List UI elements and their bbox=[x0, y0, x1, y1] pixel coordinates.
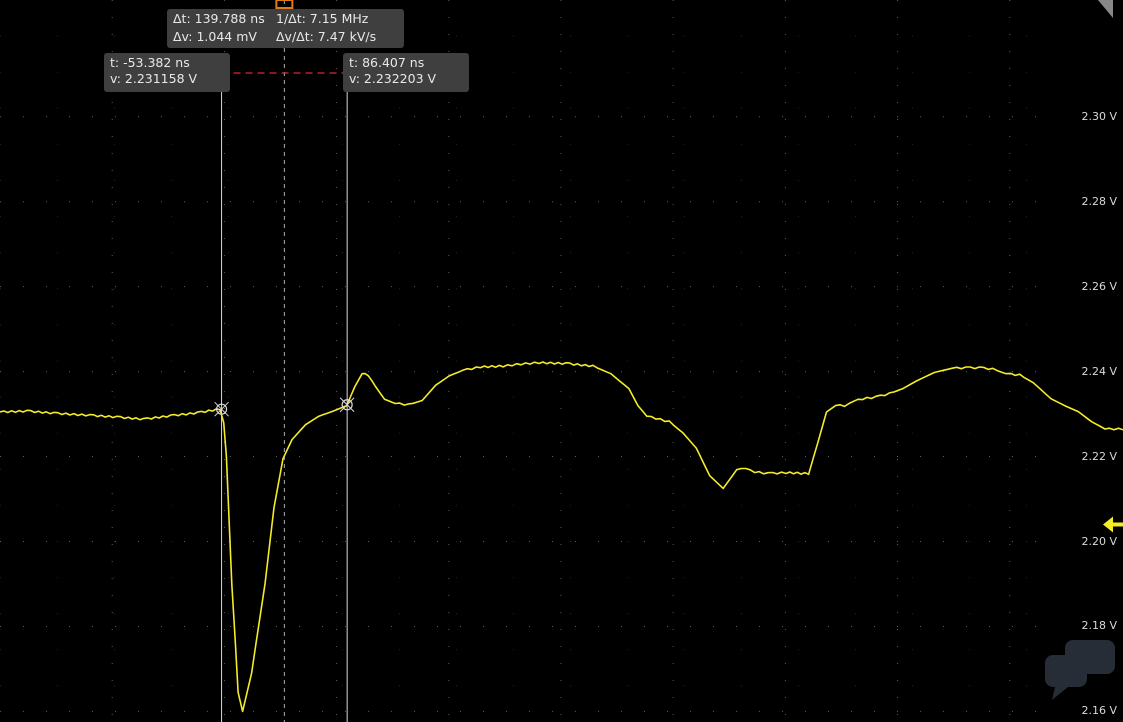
y-tick-label: 2.18 V bbox=[1081, 619, 1117, 633]
cursor-lines[interactable] bbox=[221, 0, 348, 722]
delta-readout[interactable]: Δt: 139.788 ns 1/Δt: 7.15 MHz Δv: 1.044 … bbox=[167, 9, 404, 48]
cursor1-readout[interactable]: t: -53.382 ns v: 2.231158 V bbox=[104, 53, 230, 92]
y-tick-label: 2.16 V bbox=[1081, 704, 1117, 718]
delta-voltage: Δv: 1.044 mV bbox=[173, 28, 257, 44]
waveform-line bbox=[0, 361, 1123, 713]
y-tick-label: 2.22 V bbox=[1081, 449, 1117, 463]
y-tick-label: 2.20 V bbox=[1081, 534, 1117, 548]
waveform-trace bbox=[0, 361, 1123, 713]
cursor2-voltage: v: 2.232203 V bbox=[349, 71, 437, 86]
left-arrow-icon bbox=[1103, 516, 1123, 533]
cursor1-voltage: v: 2.231158 V bbox=[110, 71, 198, 86]
cursor2-readout[interactable]: t: 86.407 ns v: 2.232203 V bbox=[343, 53, 469, 92]
delta-time: Δt: 139.788 ns bbox=[173, 11, 265, 26]
cursor2-time: t: 86.407 ns bbox=[349, 55, 425, 70]
oscilloscope-display bbox=[0, 0, 1123, 722]
watermark bbox=[1045, 640, 1115, 700]
cursor1-time: t: -53.382 ns bbox=[110, 55, 190, 70]
inverse-delta-time: 1/Δt: 7.15 MHz bbox=[276, 11, 369, 26]
chat-bubble-front bbox=[1065, 640, 1115, 674]
crosshair-icon bbox=[339, 397, 355, 413]
chat-bubble-tail bbox=[1052, 687, 1068, 700]
graticule-grid bbox=[0, 0, 1053, 722]
y-tick-label: 2.30 V bbox=[1081, 109, 1117, 123]
slew-rate: Δv/Δt: 7.47 kV/s bbox=[276, 28, 377, 44]
y-tick-label: 2.28 V bbox=[1081, 194, 1117, 208]
y-tick-label: 2.26 V bbox=[1081, 279, 1117, 293]
corner-marker-icon bbox=[1098, 0, 1113, 18]
chat-bubble-icon bbox=[1045, 640, 1115, 700]
y-tick-label: 2.24 V bbox=[1081, 364, 1117, 378]
crosshair-icon bbox=[214, 401, 229, 417]
